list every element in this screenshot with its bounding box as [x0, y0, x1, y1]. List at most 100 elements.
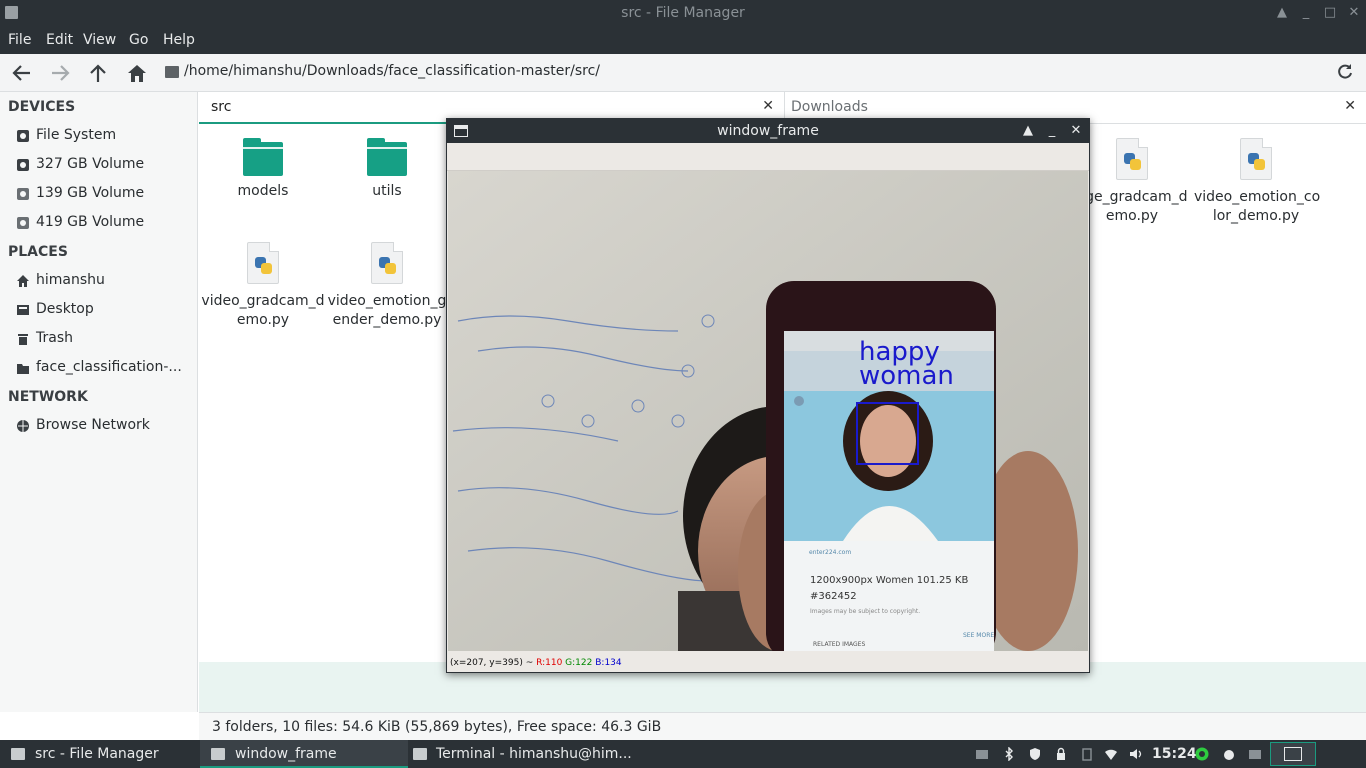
sidebar-item-face-classification[interactable]: face_classification-...: [16, 357, 194, 379]
network-icon: [17, 420, 29, 432]
menu-view[interactable]: View: [83, 32, 116, 48]
drive-icon: [17, 159, 29, 171]
drive-icon: [17, 130, 29, 142]
file-item-models[interactable]: models: [201, 138, 325, 201]
location-bar[interactable]: /home/himanshu/Downloads/face_classifica…: [160, 61, 1355, 85]
bluetooth-icon[interactable]: [1002, 747, 1016, 761]
sidebar-item-label: 139 GB Volume: [36, 185, 145, 201]
file-item-utils[interactable]: utils: [325, 138, 449, 201]
popup-minimize-button[interactable]: _: [1043, 121, 1061, 141]
webcam-image: enter224.com 1200x900px Women 101.25 KB …: [448, 171, 1088, 651]
pixel-info-bar: (x=207, y=395) ~ R:110 G:122 B:134: [447, 655, 1089, 673]
phone-site-text: enter224.com: [809, 549, 851, 556]
gender-label: woman: [859, 361, 954, 391]
window-close-button[interactable]: ✕: [1344, 3, 1364, 23]
sidebar-item-trash[interactable]: Trash: [16, 328, 194, 350]
tab-src[interactable]: src: [211, 99, 231, 115]
file-label: video_gradcam_d emo.py: [201, 293, 325, 328]
statusbar: 3 folders, 10 files: 54.6 KiB (55,869 by…: [199, 712, 1366, 740]
phone-see-more-text: SEE MORE: [963, 632, 994, 639]
sidebar-item-419gb[interactable]: 419 GB Volume: [16, 212, 194, 234]
sidebar-item-label: Trash: [36, 330, 73, 346]
sidebar-item-label: File System: [36, 127, 117, 143]
file-item-video-gradcam[interactable]: video_gradcam_d emo.py: [201, 242, 325, 330]
pixel-blue: B:134: [595, 658, 622, 668]
pixel-coords: (x=207, y=395) ~: [450, 658, 537, 668]
keyboard-icon[interactable]: [975, 747, 989, 761]
workspace-switcher[interactable]: [1270, 742, 1316, 766]
home-icon: [17, 275, 29, 287]
window-maximize-button[interactable]: □: [1320, 3, 1340, 23]
video-frame[interactable]: enter224.com 1200x900px Women 101.25 KB …: [448, 171, 1088, 651]
app-tray-icon[interactable]: [1222, 747, 1236, 761]
clipboard-icon[interactable]: [1080, 747, 1094, 761]
menu-file[interactable]: File: [8, 32, 31, 48]
file-label: utils: [372, 183, 402, 199]
taskbar: src - File Manager window_frame Terminal…: [0, 740, 1366, 768]
sidebar-item-139gb[interactable]: 139 GB Volume: [16, 183, 194, 205]
status-text: 3 folders, 10 files: 54.6 KiB (55,869 by…: [212, 719, 662, 735]
menubar: File Edit View Go Help: [0, 27, 1366, 54]
phone-size-text: 1200x900px Women 101.25 KB: [810, 575, 968, 586]
menu-help[interactable]: Help: [163, 32, 195, 48]
phone-copyright-text: Images may be subject to copyright.: [810, 608, 920, 615]
python-file-icon: [247, 242, 279, 284]
pixel-green: G:122: [565, 658, 593, 668]
sidebar-item-label: 419 GB Volume: [36, 214, 145, 230]
drive-icon: [17, 188, 29, 200]
tab-close-icon[interactable]: ✕: [762, 98, 774, 114]
sidebar-item-browse-network[interactable]: Browse Network: [16, 415, 194, 437]
menu-edit[interactable]: Edit: [46, 32, 73, 48]
trash-icon: [18, 334, 28, 345]
popup-titlebar[interactable]: window_frame ▲ _ ✕: [447, 119, 1089, 143]
window-title: src - File Manager: [621, 5, 745, 21]
back-arrow-icon[interactable]: [10, 62, 34, 84]
window-minimize-button[interactable]: _: [1296, 3, 1316, 23]
sidebar: DEVICES File System 327 GB Volume 139 GB…: [0, 92, 198, 712]
sidebar-item-desktop[interactable]: Desktop: [16, 299, 194, 321]
wifi-icon[interactable]: [1104, 747, 1118, 761]
taskbar-item-terminal[interactable]: Terminal - himanshu@him...: [408, 740, 632, 768]
folder-icon: [165, 66, 179, 78]
sidebar-item-327gb[interactable]: 327 GB Volume: [16, 154, 194, 176]
network-header: NETWORK: [8, 389, 88, 405]
shield-icon[interactable]: [1028, 747, 1042, 761]
forward-arrow-icon[interactable]: [48, 62, 72, 84]
update-icon[interactable]: [1195, 747, 1209, 761]
path-text[interactable]: /home/himanshu/Downloads/face_classifica…: [184, 63, 600, 79]
sidebar-item-label: face_classification-...: [36, 359, 182, 375]
window-titlebar: src - File Manager ▲ _ □ ✕: [0, 0, 1366, 27]
phone-related-text: RELATED IMAGES: [813, 641, 865, 648]
python-file-icon: [371, 242, 403, 284]
tab-close-icon[interactable]: ✕: [1344, 98, 1356, 114]
clock[interactable]: 15:24: [1152, 746, 1197, 762]
volume-icon[interactable]: [1129, 747, 1143, 761]
reload-icon[interactable]: [1335, 62, 1355, 82]
lock-icon[interactable]: [1054, 747, 1068, 761]
taskbar-item-file-manager[interactable]: src - File Manager: [0, 740, 200, 768]
python-file-icon: [1116, 138, 1148, 180]
window-shade-button[interactable]: ▲: [1272, 3, 1292, 23]
tab-downloads[interactable]: Downloads: [791, 99, 868, 115]
taskbar-item-window-frame[interactable]: window_frame: [200, 740, 408, 768]
show-desktop-icon[interactable]: [1248, 747, 1262, 761]
pixel-red: R:110: [536, 658, 563, 668]
popup-close-button[interactable]: ✕: [1067, 121, 1085, 141]
sidebar-item-label: himanshu: [36, 272, 105, 288]
popup-shade-button[interactable]: ▲: [1019, 121, 1037, 141]
file-label: models: [237, 183, 289, 199]
terminal-icon: [413, 748, 427, 760]
up-arrow-icon[interactable]: [86, 62, 110, 84]
file-label: video_emotion_co lor_demo.py: [1194, 189, 1321, 224]
file-item-video-emotion-gender[interactable]: video_emotion_g ender_demo.py: [325, 242, 449, 330]
taskbar-label: window_frame: [235, 746, 337, 762]
sidebar-item-home[interactable]: himanshu: [16, 270, 194, 292]
sidebar-item-file-system[interactable]: File System: [16, 125, 194, 147]
menu-go[interactable]: Go: [129, 32, 148, 48]
file-item-video-emotion-color[interactable]: video_emotion_co lor_demo.py: [1194, 138, 1321, 226]
window-frame-popup: window_frame ▲ _ ✕ enter224.com 1200x900…: [446, 118, 1090, 673]
popup-toolbar: [447, 143, 1089, 171]
desktop-icon: [17, 305, 29, 315]
home-icon[interactable]: [125, 62, 149, 84]
folder-icon: [243, 138, 283, 176]
